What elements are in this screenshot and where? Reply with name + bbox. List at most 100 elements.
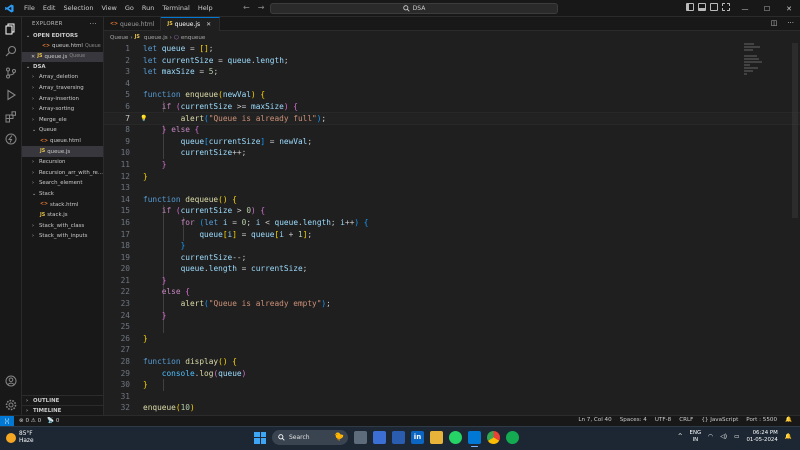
extensions-icon[interactable] [5, 111, 17, 123]
menu-edit[interactable]: Edit [39, 4, 60, 12]
tree-item[interactable]: <> stack.html [22, 199, 103, 210]
tree-item[interactable]: › Array_deletion [22, 72, 103, 83]
code-line[interactable]: 4 [104, 78, 800, 90]
wifi-icon[interactable]: ◠ [708, 434, 713, 440]
taskbar-search[interactable]: Search 🐤 [272, 430, 348, 445]
more-actions-icon[interactable]: ··· [89, 20, 97, 28]
open-editor-item[interactable]: ✕ JS queue.js Queue [22, 51, 103, 63]
code-line[interactable]: 28 function display() { [104, 356, 800, 368]
forward-arrow-icon[interactable]: → [258, 3, 265, 12]
toggle-sidebar-icon[interactable] [686, 3, 694, 11]
code-line[interactable]: 8 } else { [104, 124, 800, 136]
tree-item[interactable]: › Recursion [22, 157, 103, 168]
source-control-icon[interactable] [5, 67, 17, 79]
tree-item[interactable]: › Array_traversing [22, 83, 103, 94]
toggle-panel-icon[interactable] [698, 3, 706, 11]
breadcrumb-file[interactable]: queue.js [144, 35, 168, 41]
account-icon[interactable] [5, 375, 17, 387]
menu-go[interactable]: Go [121, 4, 138, 12]
clock[interactable]: 06:24 PM 01-05-2024 [746, 430, 777, 444]
tree-item[interactable]: <> queue.html [22, 136, 103, 147]
notifications-bell-icon[interactable]: 🔔 [785, 417, 792, 423]
tab-queue-js[interactable]: JS queue.js ✕ [161, 17, 221, 31]
tree-item[interactable]: ⌄ Stack [22, 189, 103, 200]
breadcrumb-symbol[interactable]: enqueue [181, 35, 206, 41]
code-line[interactable]: 32 enqueue(10) [104, 402, 800, 414]
code-line[interactable]: 26} [104, 333, 800, 345]
notification-bell-icon[interactable]: 🔔 [785, 434, 792, 440]
mongodb-compass-icon[interactable] [506, 431, 519, 444]
code-line[interactable]: 20 queue.length = currentSize; [104, 263, 800, 275]
minimize-button[interactable]: — [734, 5, 756, 13]
tree-item[interactable]: JS stack.js [22, 210, 103, 221]
line-ending[interactable]: CRLF [679, 417, 693, 423]
language-indicator[interactable]: ENG IN [690, 430, 702, 444]
vertical-scrollbar[interactable] [792, 43, 798, 218]
code-line[interactable]: 18 } [104, 240, 800, 252]
more-actions-icon[interactable]: ··· [787, 19, 794, 27]
open-editor-item[interactable]: <> queue.html Queue [22, 41, 103, 52]
code-line[interactable]: 5 function enqueue(newVal) { [104, 89, 800, 101]
code-line[interactable]: 10 currentSize++; [104, 147, 800, 159]
tree-item[interactable]: ⌄ Queue [22, 125, 103, 136]
code-line[interactable]: 27 [104, 344, 800, 356]
file-explorer-icon[interactable] [430, 431, 443, 444]
menu-terminal[interactable]: Terminal [158, 4, 193, 12]
explorer-icon[interactable] [5, 23, 17, 35]
outline-section[interactable]: › OUTLINE [22, 395, 104, 405]
whatsapp-icon[interactable] [449, 431, 462, 444]
back-arrow-icon[interactable]: ← [243, 3, 250, 12]
code-line[interactable]: 22 else { [104, 286, 800, 298]
code-line[interactable]: 19 currentSize--; [104, 252, 800, 264]
minimap[interactable] [744, 43, 764, 83]
tree-item[interactable]: › Array-sorting [22, 104, 103, 115]
code-line[interactable]: 13 [104, 182, 800, 194]
menu-file[interactable]: File [20, 4, 39, 12]
code-line[interactable]: 24 } [104, 310, 800, 322]
weather-widget[interactable]: 85°F Haze [6, 431, 34, 445]
chrome-icon[interactable] [487, 431, 500, 444]
teams-chat-icon[interactable] [373, 431, 386, 444]
code-line[interactable]: 2 let currentSize = queue.length; [104, 55, 800, 67]
code-line[interactable]: 16 for (let i = 0; i < queue.length; i++… [104, 217, 800, 229]
tab-queue-html[interactable]: <> queue.html [104, 17, 162, 31]
code-editor[interactable]: 1 let queue = []; 2 let currentSize = queue… [104, 43, 800, 415]
maximize-button[interactable]: ☐ [756, 5, 778, 13]
code-line[interactable]: 15 if (currentSize > 0) { [104, 205, 800, 217]
customize-layout-icon[interactable] [722, 3, 730, 11]
battery-icon[interactable]: ▭ [734, 434, 739, 440]
close-icon[interactable]: ✕ [206, 21, 211, 28]
menu-run[interactable]: Run [138, 4, 158, 12]
code-line[interactable]: 21 } [104, 275, 800, 287]
tree-item[interactable]: JS queue.js [22, 146, 103, 157]
linkedin-icon[interactable]: in [411, 431, 424, 444]
code-line[interactable]: 29 console.log(queue) [104, 368, 800, 380]
code-line[interactable]: 17 queue[i] = queue[i + 1]; [104, 229, 800, 241]
remote-icon[interactable]: ⟩⟨ [0, 415, 14, 427]
code-line[interactable]: 14 function dequeue() { [104, 194, 800, 206]
code-line[interactable]: 6 if (currentSize >= maxSize) { [104, 101, 800, 113]
command-center[interactable]: DSA [270, 3, 558, 14]
code-line[interactable]: 9 queue[currentSize] = newVal; [104, 136, 800, 148]
tree-item[interactable]: › Merge_ele [22, 115, 103, 126]
tree-item[interactable]: › Stack_with_class [22, 221, 103, 232]
tree-item[interactable]: › Recursion_arr_with_re... [22, 168, 103, 179]
settings-gear-icon[interactable] [5, 399, 17, 411]
toggle-secondary-sidebar-icon[interactable] [710, 3, 718, 11]
search-icon[interactable] [5, 45, 17, 57]
code-line[interactable]: 11 } [104, 159, 800, 171]
tree-item[interactable]: › Array-insertion [22, 93, 103, 104]
tree-item[interactable]: › Stack_with_inputs [22, 231, 103, 242]
vscode-taskbar-icon[interactable] [468, 431, 481, 447]
volume-icon[interactable]: ◁) [720, 434, 727, 440]
workspace-section[interactable]: ⌄ DSA [22, 62, 103, 72]
close-icon[interactable]: ✕ [31, 54, 35, 60]
tree-item[interactable]: › Search_element [22, 178, 103, 189]
problems-indicator[interactable]: ⊗ 0 ⚠ 0 [19, 418, 41, 424]
indentation[interactable]: Spaces: 4 [620, 417, 647, 423]
code-line[interactable]: 12} [104, 171, 800, 183]
open-editors-section[interactable]: ⌄ OPEN EDITORS [22, 31, 103, 41]
split-editor-icon[interactable]: ◫ [771, 19, 778, 27]
cursor-position[interactable]: Ln 7, Col 40 [578, 417, 611, 423]
code-line[interactable]: 23 alert("Queue is already empty"); [104, 298, 800, 310]
